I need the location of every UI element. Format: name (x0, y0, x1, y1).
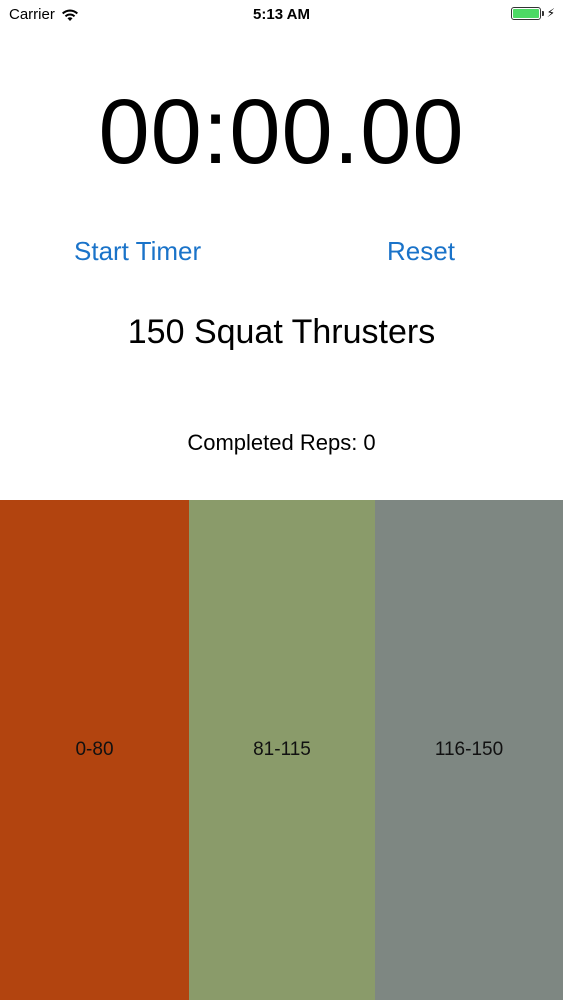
timer-display: 00:00.00 (98, 81, 465, 183)
range-button-81-115[interactable]: 81-115 (189, 500, 375, 1000)
battery-nub (541, 11, 544, 16)
battery-indicator: ⚡ (510, 6, 555, 20)
reset-button[interactable]: Reset (387, 236, 455, 267)
range-button-116-150[interactable]: 116-150 (375, 500, 563, 1000)
range-label: 116-150 (434, 739, 504, 760)
start-timer-button[interactable]: Start Timer (74, 236, 201, 267)
rep-range-panel: 0-80 81-115 116-150 (0, 500, 563, 1000)
status-time: 5:13 AM (253, 6, 310, 23)
bolt-icon: ⚡ (546, 6, 555, 20)
battery-icon (510, 7, 541, 20)
range-label: 0-80 (75, 739, 114, 760)
completed-reps-label: Completed Reps: 0 (187, 430, 376, 455)
range-button-0-80[interactable]: 0-80 (0, 500, 189, 1000)
exercise-title: 150 Squat Thrusters (127, 313, 436, 351)
range-label: 81-115 (253, 739, 311, 760)
status-bar: Carrier 5:13 AM ⚡ (0, 0, 563, 30)
app-screen: Carrier 5:13 AM ⚡ 00:00.00 Start Timer R… (0, 0, 563, 1000)
battery-level-fill (512, 9, 539, 18)
